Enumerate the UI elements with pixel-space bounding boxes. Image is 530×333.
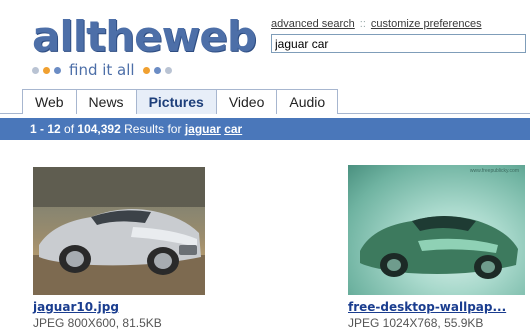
image-watermark: www.freepublicky.com	[469, 168, 519, 174]
tab-audio[interactable]: Audio	[276, 89, 339, 114]
link-separator: ::	[359, 18, 366, 30]
search-tabs: Web News Pictures Video Audio	[22, 89, 339, 114]
green-car-image	[360, 216, 518, 279]
results-of: of	[64, 122, 75, 136]
dot-icon	[54, 66, 61, 74]
dot-icon	[43, 66, 50, 74]
silver-car-image	[33, 167, 205, 295]
logo-tagline: find it all	[69, 61, 135, 79]
result-thumbnail[interactable]: www.freepublicky.com	[348, 165, 525, 295]
tab-web[interactable]: Web	[22, 89, 77, 114]
logo-tagline-row: find it all	[32, 60, 172, 80]
dot-icon	[153, 66, 161, 74]
result-thumbnail[interactable]	[33, 167, 205, 295]
customize-preferences-link[interactable]: customize preferences	[371, 18, 482, 30]
tab-pictures[interactable]: Pictures	[135, 89, 217, 114]
query-term-link[interactable]: car	[224, 122, 242, 136]
query-term-link[interactable]: jaguar	[185, 122, 221, 136]
search-input[interactable]	[271, 34, 526, 53]
logo-wordmark: alltheweb	[32, 12, 257, 61]
dot-icon	[164, 66, 172, 74]
advanced-search-link[interactable]: advanced search	[271, 18, 355, 30]
results-summary-bar: 1 - 12 of 104,392 Results for jaguar car	[0, 118, 530, 140]
alltheweb-logo[interactable]: alltheweb find it all	[26, 12, 257, 84]
result-filename-link[interactable]: free-desktop-wallpap...	[348, 300, 506, 314]
results-range: 1 - 12	[30, 122, 61, 136]
tab-video[interactable]: Video	[215, 89, 278, 114]
result-filename-link[interactable]: jaguar10.jpg	[33, 300, 119, 314]
result-meta: JPEG 1024X768, 55.9KB	[348, 316, 484, 330]
tab-news[interactable]: News	[75, 89, 137, 114]
dot-icon	[142, 66, 150, 74]
top-links: advanced search:: customize preferences	[271, 18, 482, 30]
result-meta: JPEG 800X600, 81.5KB	[33, 316, 162, 330]
results-for-label: Results for	[124, 122, 182, 136]
dot-icon	[32, 66, 39, 74]
results-total: 104,392	[77, 122, 121, 136]
